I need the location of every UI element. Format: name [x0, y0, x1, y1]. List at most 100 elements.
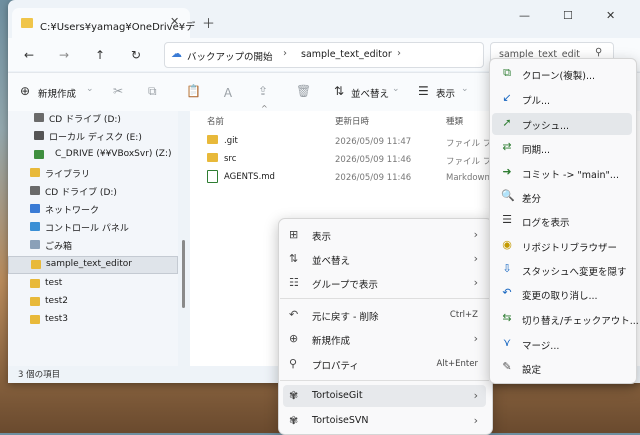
column-header-name[interactable]: 名前 — [207, 115, 224, 127]
clone-icon: ⧉ — [503, 66, 511, 79]
sidebar-item-recycle-bin[interactable]: ごみ箱 — [8, 237, 176, 254]
sidebar-item-libraries[interactable]: ライブラリ — [8, 165, 176, 182]
file-date: 2026/05/09 11:46 — [335, 173, 412, 183]
address-bar[interactable]: ☁ バックアップの開始 › sample_text_editor › — [164, 42, 484, 68]
switch-icon: ⇆ — [502, 311, 512, 324]
rename-icon[interactable]: Ａ — [222, 84, 234, 101]
view-button[interactable]: 表示 — [436, 86, 455, 100]
sidebar-item-local-disk[interactable]: ローカル ディスク (E:) — [8, 128, 176, 145]
maximize-button[interactable]: ☐ — [563, 9, 573, 22]
grid-view-icon: ⊞ — [289, 228, 299, 241]
context-menu-item-sort[interactable]: ⇅ 並べ替え › — [283, 248, 486, 270]
context-menu-item-properties[interactable]: ⚲ プロパティ Alt+Enter — [283, 353, 486, 375]
submenu-item-pull[interactable]: ↙ プル... — [492, 88, 632, 110]
context-menu-item-group-by[interactable]: ☷ グループで表示 › — [283, 272, 486, 294]
chevron-down-icon: ⌄ — [392, 84, 400, 94]
sidebar-item-sample-text-editor[interactable]: sample_text_editor — [8, 256, 178, 274]
sidebar-item-test3[interactable]: test3 — [8, 312, 176, 329]
folder-icon — [207, 135, 218, 144]
submenu-item-merge[interactable]: ⋎ マージ... — [492, 333, 632, 355]
context-menu-item-tortoisegit[interactable]: ✾ TortoiseGit › — [283, 385, 486, 407]
folder-icon — [21, 18, 33, 28]
commit-icon: ➜ — [502, 165, 512, 178]
submenu-item-revert[interactable]: ↶ 変更の取り消し... — [492, 283, 632, 305]
sidebar-item-test[interactable]: test — [8, 276, 176, 293]
chevron-right-icon: › — [473, 414, 478, 427]
close-tab-icon[interactable]: ✕ — [170, 15, 179, 28]
chevron-right-icon: › — [473, 252, 478, 265]
new-button[interactable]: 新規作成 — [38, 86, 76, 100]
search-icon: ⚲ — [595, 47, 603, 58]
library-icon — [30, 168, 40, 177]
sidebar-item-cd-drive-2[interactable]: CD ドライブ (D:) — [8, 183, 176, 200]
file-date: 2026/05/09 11:46 — [335, 155, 412, 165]
breadcrumb-item[interactable]: sample_text_editor — [301, 49, 392, 60]
context-menu-item-new[interactable]: ⊕ 新規作成 › — [283, 328, 486, 350]
sort-icon: ⇅ — [334, 84, 345, 98]
cloud-backup-icon: ☁ — [171, 47, 182, 60]
submenu-item-show-log[interactable]: ☰ ログを表示 — [492, 210, 632, 232]
paste-icon[interactable]: 📋 — [186, 84, 201, 98]
markdown-file-icon — [207, 170, 218, 183]
undo-icon: ↶ — [289, 308, 299, 321]
sidebar-item-control-panel[interactable]: コントロール パネル — [8, 219, 176, 236]
chevron-right-icon: › — [473, 228, 478, 241]
magnifier-icon: 🔍 — [501, 189, 515, 202]
chevron-right-icon: › — [473, 276, 478, 289]
new-tab-button[interactable]: ＋ — [202, 13, 215, 32]
copy-icon[interactable]: ⧉ — [148, 84, 157, 99]
menu-divider — [280, 380, 489, 381]
column-header-date[interactable]: 更新日時 — [335, 115, 369, 127]
file-name[interactable]: src — [224, 154, 236, 164]
control-panel-icon — [30, 222, 40, 231]
network-icon — [30, 204, 40, 213]
up-button[interactable]: ↑ — [95, 48, 105, 62]
status-bar-item-count: 3 個の項目 — [18, 370, 61, 380]
file-name[interactable]: .git — [224, 136, 238, 146]
delete-icon[interactable]: 🗑 — [296, 84, 311, 98]
submenu-item-commit[interactable]: ➜ コミット -> "main"... — [492, 162, 632, 184]
sync-icon: ⇄ — [502, 140, 512, 153]
window-tab[interactable]: C:¥Users¥yamag¥OneDrive¥デ ✕ — [12, 8, 195, 38]
sidebar-item-test2[interactable]: test2 — [8, 294, 176, 311]
sort-button[interactable]: 並べ替え — [351, 86, 389, 100]
share-icon[interactable]: ⇪ — [258, 84, 268, 98]
settings-wrench-icon: ✎ — [502, 360, 512, 373]
folder-icon — [30, 297, 40, 306]
chevron-right-icon: › — [473, 389, 478, 402]
push-icon: ➚ — [502, 116, 512, 129]
context-menu-item-view[interactable]: ⊞ 表示 › — [283, 224, 486, 246]
sidebar-scrollbar[interactable] — [182, 240, 185, 308]
submenu-item-push[interactable]: ➚ プッシュ... — [492, 113, 632, 135]
context-menu-item-undo-delete[interactable]: ↶ 元に戻す - 削除 Ctrl+Z — [283, 304, 486, 326]
close-window-button[interactable]: ✕ — [606, 9, 615, 22]
tortoise-icon: ✾ — [289, 414, 299, 427]
chevron-down-icon: ⌄ — [461, 84, 469, 94]
submenu-item-sync[interactable]: ⇄ 同期... — [492, 137, 632, 159]
submenu-item-repo-browser[interactable]: ◉ リポジトリブラウザー — [492, 235, 632, 257]
submenu-item-clone[interactable]: ⧉ クローン(複製)... — [492, 63, 632, 85]
breadcrumb-item[interactable]: バックアップの開始 — [187, 49, 273, 63]
refresh-button[interactable]: ↻ — [131, 48, 141, 62]
sidebar-item-network[interactable]: ネットワーク — [8, 201, 176, 218]
minimize-button[interactable]: — — [519, 9, 530, 22]
file-type: Markdown — [446, 173, 490, 183]
sidebar-item-network-drive[interactable]: C_DRIVE (¥¥VBoxSvr) (Z:) — [8, 147, 176, 164]
context-menu-item-tortoisesvn[interactable]: ✾ TortoiseSVN › — [283, 410, 486, 432]
submenu-item-stash[interactable]: ⇩ スタッシュへ変更を隠す — [492, 259, 632, 281]
sort-ascending-icon: ^ — [261, 104, 268, 113]
sidebar-item-cd-drive[interactable]: CD ドライブ (D:) — [8, 110, 176, 127]
submenu-item-diff[interactable]: 🔍 差分 — [492, 186, 632, 208]
back-button[interactable]: ← — [24, 48, 34, 62]
git-folder-icon — [31, 260, 41, 269]
git-folder-icon — [207, 153, 218, 162]
submenu-item-switch-checkout[interactable]: ⇆ 切り替え/チェックアウト... — [492, 308, 638, 330]
shortcut-label: Ctrl+Z — [449, 310, 478, 320]
column-header-type[interactable]: 種類 — [446, 115, 463, 127]
submenu-item-settings[interactable]: ✎ 設定 — [492, 357, 632, 379]
cut-icon[interactable]: ✂ — [113, 84, 123, 98]
tortoise-icon: ✾ — [289, 389, 299, 402]
forward-button[interactable]: → — [59, 48, 69, 62]
file-name[interactable]: AGENTS.md — [224, 172, 275, 182]
chevron-down-icon: ⌄ — [86, 84, 94, 94]
